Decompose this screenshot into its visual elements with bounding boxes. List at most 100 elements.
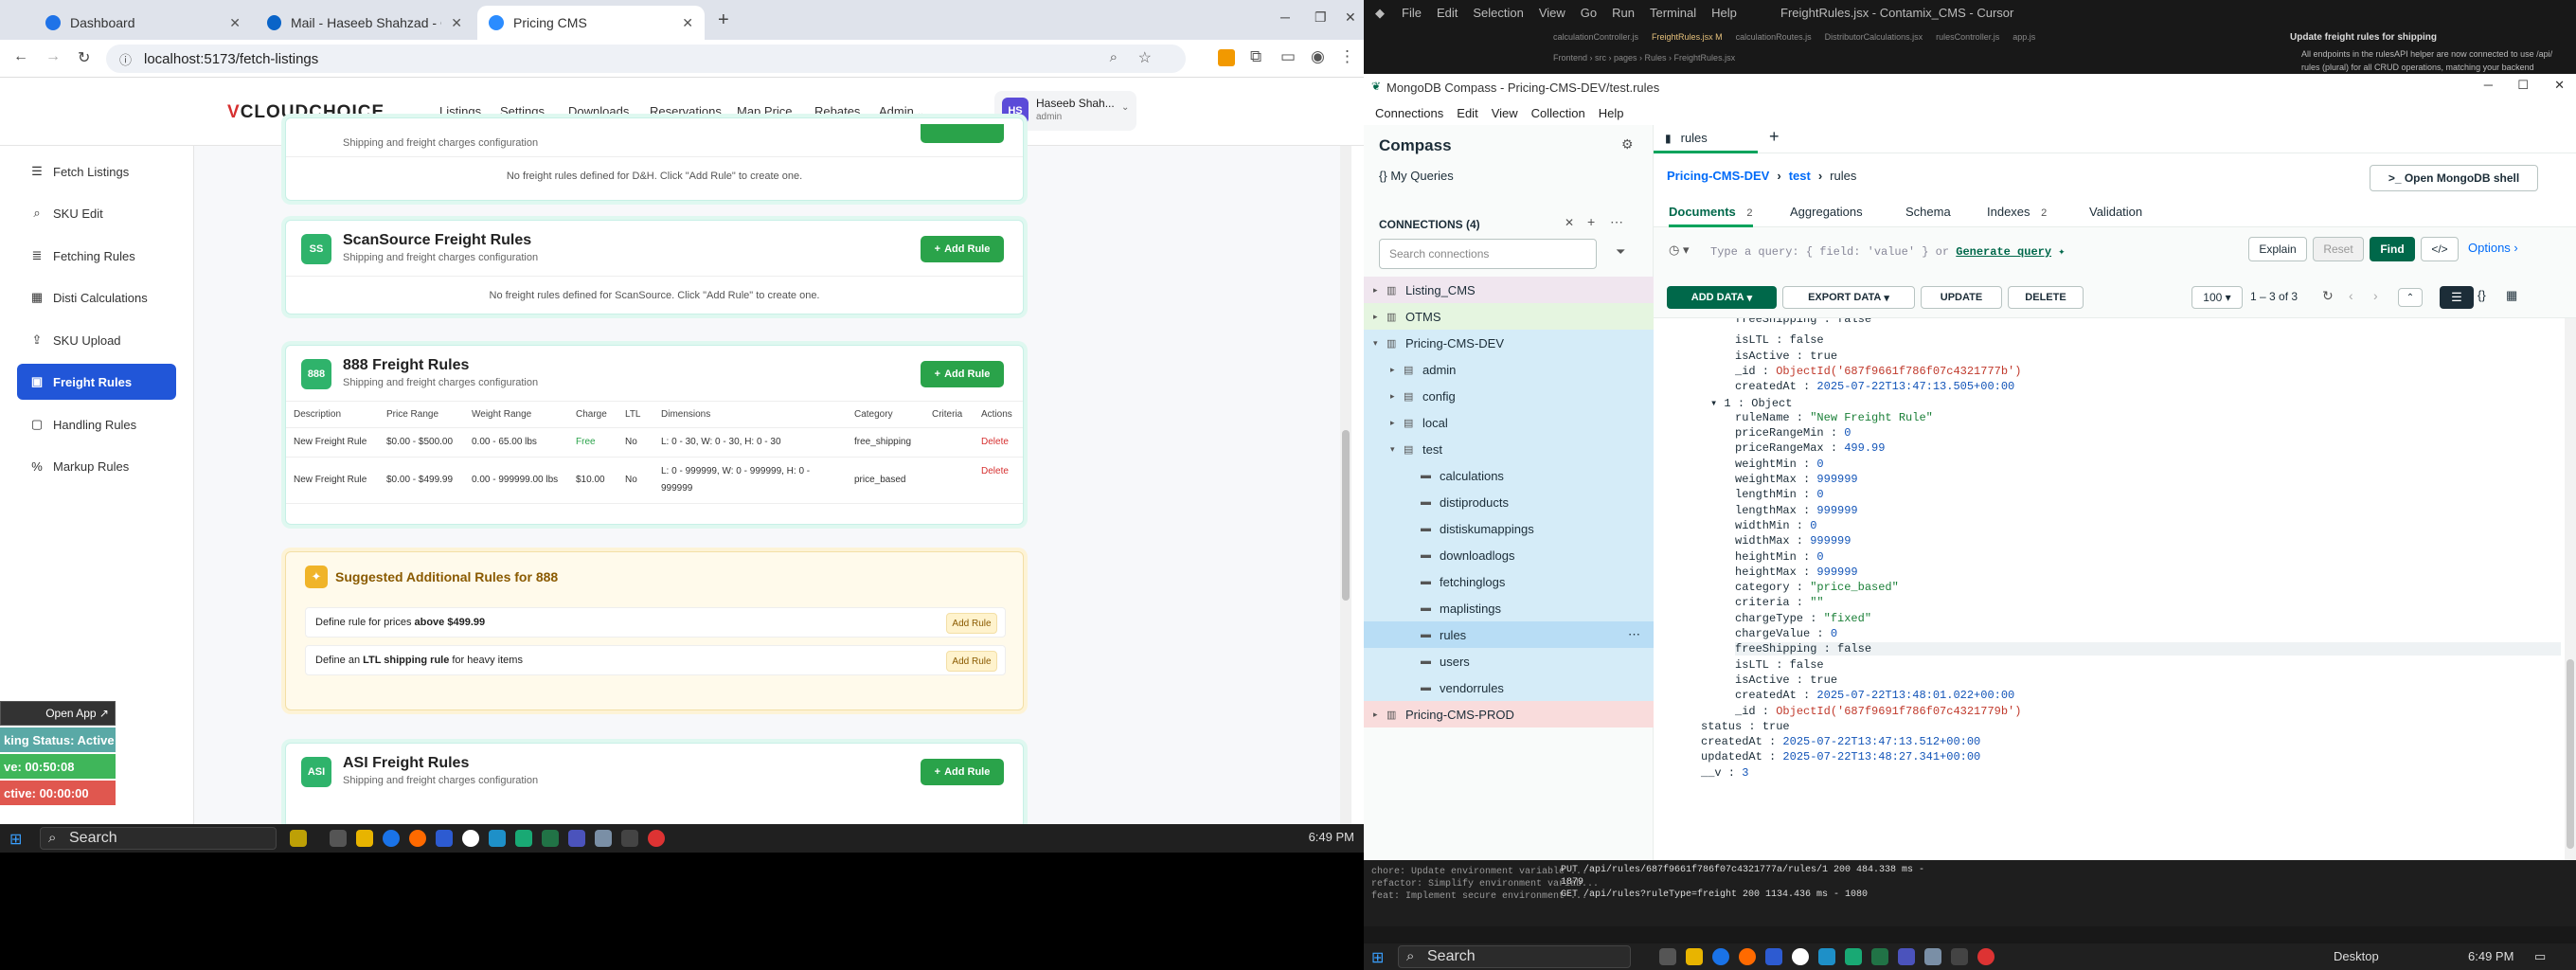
forward-icon[interactable]: → xyxy=(45,48,61,65)
windows-start-icon[interactable]: ⊞ xyxy=(9,830,27,848)
editor-tab-active[interactable]: FreightRules.jsx M xyxy=(1652,32,1723,42)
nav-admin[interactable]: Admin ⌄ xyxy=(879,104,924,118)
app-icon[interactable] xyxy=(568,830,585,847)
sidebar-item-fetching-rules[interactable]: ≣ Fetching Rules xyxy=(17,238,176,274)
suggestion-add-rule-button[interactable]: Add Rule xyxy=(946,613,997,634)
reset-button[interactable]: Reset xyxy=(2313,237,2364,261)
sidepanel-icon[interactable]: ▭ xyxy=(1280,47,1296,66)
my-queries-link[interactable]: {} My Queries xyxy=(1379,169,1454,183)
add-rule-button[interactable]: + Add Rule xyxy=(921,759,1004,785)
chevron-right-icon[interactable]: ▸ xyxy=(1373,710,1386,720)
more-icon[interactable]: ⋯ xyxy=(1610,214,1623,230)
close-icon[interactable]: ✕ xyxy=(682,15,693,31)
search-connections-input[interactable]: Search connections xyxy=(1379,239,1597,269)
taskbar-search[interactable]: ⌕ Search xyxy=(1398,945,1631,968)
chevron-down-icon[interactable]: ▾ xyxy=(1390,444,1404,455)
add-rule-button[interactable] xyxy=(921,124,1004,143)
file-explorer-icon[interactable] xyxy=(356,830,373,847)
minimize-icon[interactable]: ─ xyxy=(2484,78,2493,92)
desktop-label[interactable]: Desktop xyxy=(2334,949,2379,963)
taskbar-clock[interactable]: 6:49 PM xyxy=(2468,949,2513,963)
sidebar-item-sku-edit[interactable]: ⌕ SKU Edit xyxy=(17,195,176,231)
nav-map-price[interactable]: Map Price xyxy=(737,104,793,118)
chevron-down-icon[interactable]: ▾ xyxy=(1373,338,1386,349)
cursor-app-icon[interactable] xyxy=(1792,948,1809,965)
filter-icon[interactable]: ⏷ xyxy=(1616,244,1625,260)
browser-tab-dashboard[interactable]: Dashboard ✕ xyxy=(34,6,252,40)
app-icon[interactable] xyxy=(1845,948,1862,965)
add-connection-icon[interactable]: + xyxy=(1587,214,1595,229)
tree-item[interactable]: ▬ vendorrules xyxy=(1364,674,1654,701)
tree-item[interactable]: ▬ downloadlogs xyxy=(1364,542,1654,568)
menu-edit[interactable]: Edit xyxy=(1457,106,1477,120)
nav-reservations[interactable]: Reservations xyxy=(650,104,722,118)
add-rule-button[interactable]: + Add Rule xyxy=(921,361,1004,387)
editor-tab[interactable]: calculationController.js xyxy=(1553,32,1638,42)
breadcrumb-connection[interactable]: Pricing-CMS-DEV xyxy=(1667,169,1769,183)
more-icon[interactable]: ⋯ xyxy=(1628,627,1640,642)
chevron-right-icon[interactable]: ▸ xyxy=(1390,391,1404,402)
tree-item[interactable]: ▸ ▥ Pricing-CMS-PROD xyxy=(1364,701,1654,728)
gear-icon[interactable]: ⚙ xyxy=(1621,136,1634,153)
address-bar[interactable]: ⓘ localhost:5173/fetch-listings ⌕ ☆ xyxy=(106,45,1186,73)
menu-collection[interactable]: Collection xyxy=(1531,106,1585,120)
tab-documents[interactable]: Documents 2 xyxy=(1669,205,1753,227)
history-icon[interactable]: ◷ ▾ xyxy=(1669,242,1689,258)
tree-item[interactable]: ▸ ▥ Listing_CMS xyxy=(1364,277,1654,303)
sidebar-item-fetch-listings[interactable]: ☰ Fetch Listings xyxy=(17,153,176,189)
tree-item[interactable]: ▾ ▤ test xyxy=(1364,436,1654,462)
back-icon[interactable]: ← xyxy=(13,48,28,65)
maximize-icon[interactable]: ☐ xyxy=(2517,78,2529,93)
terminal-icon[interactable] xyxy=(1951,948,1968,965)
page-size-select[interactable]: 100 ▾ xyxy=(2191,286,2243,309)
tree-item[interactable]: ▬ distiskumappings xyxy=(1364,515,1654,542)
minimize-icon[interactable]: ─ xyxy=(1280,9,1290,25)
menu-edit[interactable]: Edit xyxy=(1437,6,1458,20)
delete-link[interactable]: Delete xyxy=(974,457,1023,504)
menu-view[interactable]: View xyxy=(1539,6,1565,20)
browser-tab-mail[interactable]: Mail - Haseeb Shahzad - Outlo ✕ xyxy=(256,6,474,40)
excel-icon[interactable] xyxy=(542,830,559,847)
app-icon[interactable] xyxy=(515,830,532,847)
add-rule-button[interactable]: + Add Rule xyxy=(921,236,1004,262)
breadcrumb-db[interactable]: test xyxy=(1789,169,1811,183)
vscode-icon[interactable] xyxy=(489,830,506,847)
firefox-icon[interactable] xyxy=(409,830,426,847)
chrome-menu-icon[interactable]: ⋮ xyxy=(1339,47,1355,66)
next-page-icon[interactable]: › xyxy=(2373,288,2378,303)
nav-rebates[interactable]: Rebates xyxy=(814,104,860,118)
editor-tab[interactable]: calculationRoutes.js xyxy=(1736,32,1812,42)
bookmark-star-icon[interactable]: ☆ xyxy=(1138,48,1152,67)
chrome-icon[interactable] xyxy=(1712,948,1729,965)
menu-file[interactable]: File xyxy=(1402,6,1422,20)
chrome-icon[interactable] xyxy=(383,830,400,847)
close-icon[interactable]: ✕ xyxy=(229,15,241,31)
menu-selection[interactable]: Selection xyxy=(1473,6,1523,20)
explain-button[interactable]: Explain xyxy=(2248,237,2307,261)
taskbar-search[interactable]: ⌕ Search xyxy=(40,827,277,850)
suggestion-add-rule-button[interactable]: Add Rule xyxy=(946,651,997,672)
tab-validation[interactable]: Validation xyxy=(2089,205,2142,219)
chevron-right-icon[interactable]: ▸ xyxy=(1373,285,1386,296)
menu-run[interactable]: Run xyxy=(1612,6,1635,20)
scrollbar[interactable] xyxy=(1340,146,1351,824)
tree-item[interactable]: ▸ ▤ admin xyxy=(1364,356,1654,383)
excel-icon[interactable] xyxy=(1871,948,1888,965)
window-close-icon[interactable]: ✕ xyxy=(1345,9,1356,26)
app-icon[interactable] xyxy=(1977,948,1995,965)
nav-listings[interactable]: Listings xyxy=(439,104,481,118)
task-view-icon[interactable] xyxy=(330,830,347,847)
teams-icon[interactable] xyxy=(1765,948,1782,965)
tree-item[interactable]: ▸ ▤ config xyxy=(1364,383,1654,409)
extension-icon[interactable] xyxy=(1218,49,1235,66)
terminal-icon[interactable] xyxy=(621,830,638,847)
menu-help[interactable]: Help xyxy=(1711,6,1737,20)
task-view-icon[interactable] xyxy=(1659,948,1676,965)
open-mongodb-shell-button[interactable]: >_ Open MongoDB shell xyxy=(2370,165,2538,191)
tree-item[interactable]: ▬ users xyxy=(1364,648,1654,674)
refresh-icon[interactable]: ↻ xyxy=(2322,288,2334,304)
close-icon[interactable]: ✕ xyxy=(451,15,462,31)
reload-icon[interactable]: ↻ xyxy=(78,48,90,67)
tree-item[interactable]: ▾ ▥ Pricing-CMS-DEV xyxy=(1364,330,1654,356)
editor-tab[interactable]: app.js xyxy=(2012,32,2035,42)
